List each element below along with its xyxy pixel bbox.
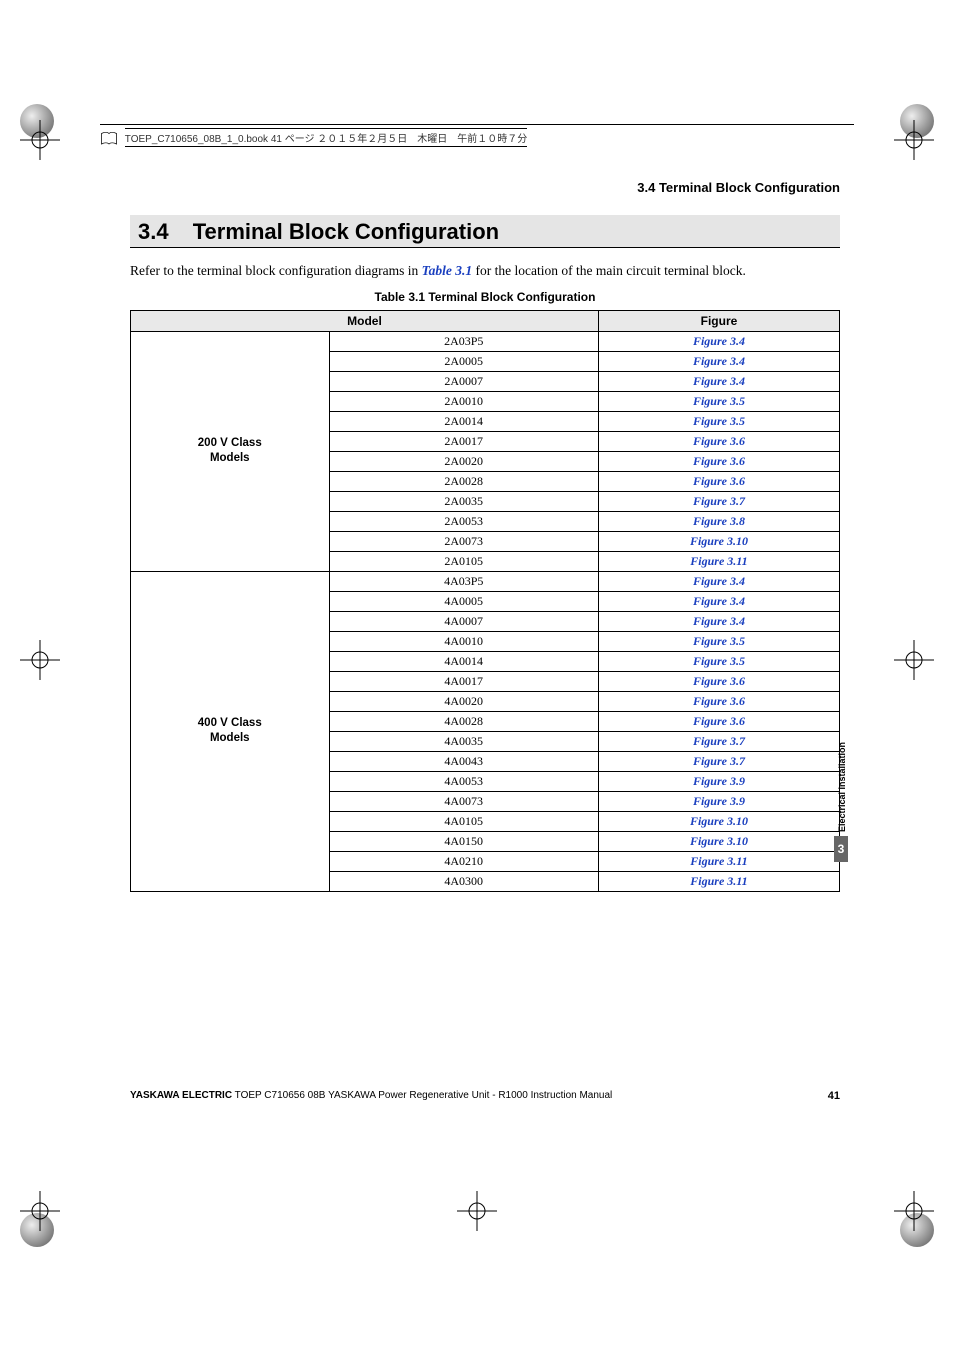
registration-mark-icon xyxy=(20,640,60,680)
model-cell: 4A0105 xyxy=(329,811,598,831)
figure-reference-link[interactable]: Figure 3.6 xyxy=(598,431,839,451)
footer-doc: TOEP C710656 08B YASKAWA Power Regenerat… xyxy=(232,1090,612,1101)
figure-reference-link[interactable]: Figure 3.4 xyxy=(598,611,839,631)
figure-reference-link[interactable]: Figure 3.10 xyxy=(598,811,839,831)
side-tab-label: Electrical Installation xyxy=(837,742,847,832)
figure-reference-link[interactable]: Figure 3.7 xyxy=(598,731,839,751)
running-header: 3.4 Terminal Block Configuration xyxy=(130,180,840,195)
registration-mark-icon xyxy=(894,120,934,160)
footer-text: YASKAWA ELECTRIC TOEP C710656 08B YASKAW… xyxy=(130,1090,612,1101)
intro-text-suffix: for the location of the main circuit ter… xyxy=(476,263,746,278)
figure-reference-link[interactable]: Figure 3.6 xyxy=(598,451,839,471)
figure-reference-link[interactable]: Figure 3.9 xyxy=(598,771,839,791)
figure-reference-link[interactable]: Figure 3.5 xyxy=(598,651,839,671)
model-cell: 2A0007 xyxy=(329,371,598,391)
model-cell: 4A0073 xyxy=(329,791,598,811)
book-file-header-text: TOEP_C710656_08B_1_0.book 41 ページ ２０１５年２月… xyxy=(125,128,528,147)
model-cell: 2A0073 xyxy=(329,531,598,551)
model-group-label: 400 V ClassModels xyxy=(131,571,330,891)
intro-paragraph: Refer to the terminal block configuratio… xyxy=(130,262,840,280)
figure-reference-link[interactable]: Figure 3.4 xyxy=(598,571,839,591)
header-rule xyxy=(100,124,854,125)
book-icon xyxy=(100,132,118,146)
registration-mark-icon xyxy=(20,1191,60,1231)
model-cell: 4A0014 xyxy=(329,651,598,671)
model-group-label: 200 V ClassModels xyxy=(131,331,330,571)
figure-reference-link[interactable]: Figure 3.11 xyxy=(598,551,839,571)
model-cell: 2A0010 xyxy=(329,391,598,411)
chapter-side-tab: Electrical Installation 3 xyxy=(834,742,850,862)
table-reference-link[interactable]: Table 3.1 xyxy=(422,263,473,278)
section-heading: 3.4 Terminal Block Configuration xyxy=(130,215,840,248)
side-tab-chapter: 3 xyxy=(834,836,848,862)
model-cell: 4A0053 xyxy=(329,771,598,791)
figure-reference-link[interactable]: Figure 3.5 xyxy=(598,411,839,431)
registration-mark-icon xyxy=(20,120,60,160)
model-cell: 4A0005 xyxy=(329,591,598,611)
table-header-figure: Figure xyxy=(598,310,839,331)
figure-reference-link[interactable]: Figure 3.6 xyxy=(598,471,839,491)
registration-mark-icon xyxy=(894,640,934,680)
model-cell: 4A0035 xyxy=(329,731,598,751)
model-cell: 4A0007 xyxy=(329,611,598,631)
section-title: Terminal Block Configuration xyxy=(193,219,499,244)
model-cell: 4A0010 xyxy=(329,631,598,651)
model-cell: 4A0210 xyxy=(329,851,598,871)
model-cell: 2A03P5 xyxy=(329,331,598,351)
figure-reference-link[interactable]: Figure 3.6 xyxy=(598,671,839,691)
model-cell: 2A0105 xyxy=(329,551,598,571)
page-number: 41 xyxy=(828,1090,840,1102)
table-row: 200 V ClassModels2A03P5Figure 3.4 xyxy=(131,331,840,351)
book-file-header: TOEP_C710656_08B_1_0.book 41 ページ ２０１５年２月… xyxy=(100,128,527,147)
model-cell: 2A0028 xyxy=(329,471,598,491)
model-cell: 2A0017 xyxy=(329,431,598,451)
model-cell: 4A0028 xyxy=(329,711,598,731)
model-cell: 2A0053 xyxy=(329,511,598,531)
figure-reference-link[interactable]: Figure 3.5 xyxy=(598,391,839,411)
figure-reference-link[interactable]: Figure 3.4 xyxy=(598,371,839,391)
figure-reference-link[interactable]: Figure 3.4 xyxy=(598,331,839,351)
figure-reference-link[interactable]: Figure 3.10 xyxy=(598,531,839,551)
figure-reference-link[interactable]: Figure 3.7 xyxy=(598,491,839,511)
figure-reference-link[interactable]: Figure 3.7 xyxy=(598,751,839,771)
figure-reference-link[interactable]: Figure 3.4 xyxy=(598,351,839,371)
model-cell: 2A0005 xyxy=(329,351,598,371)
figure-reference-link[interactable]: Figure 3.11 xyxy=(598,851,839,871)
page-content: 3.4 Terminal Block Configuration 3.4 Ter… xyxy=(130,180,840,892)
model-cell: 4A0150 xyxy=(329,831,598,851)
table-header-model: Model xyxy=(131,310,599,331)
model-cell: 2A0014 xyxy=(329,411,598,431)
model-cell: 4A03P5 xyxy=(329,571,598,591)
intro-text-prefix: Refer to the terminal block configuratio… xyxy=(130,263,422,278)
figure-reference-link[interactable]: Figure 3.5 xyxy=(598,631,839,651)
page-footer: YASKAWA ELECTRIC TOEP C710656 08B YASKAW… xyxy=(130,1090,840,1102)
footer-brand: YASKAWA ELECTRIC xyxy=(130,1090,232,1101)
figure-reference-link[interactable]: Figure 3.6 xyxy=(598,691,839,711)
model-cell: 4A0043 xyxy=(329,751,598,771)
table-row: 400 V ClassModels4A03P5Figure 3.4 xyxy=(131,571,840,591)
figure-reference-link[interactable]: Figure 3.9 xyxy=(598,791,839,811)
registration-mark-icon xyxy=(894,1191,934,1231)
model-cell: 4A0020 xyxy=(329,691,598,711)
figure-reference-link[interactable]: Figure 3.8 xyxy=(598,511,839,531)
model-cell: 2A0035 xyxy=(329,491,598,511)
model-cell: 4A0017 xyxy=(329,671,598,691)
registration-mark-icon xyxy=(457,1191,497,1231)
terminal-block-table: Model Figure 200 V ClassModels2A03P5Figu… xyxy=(130,310,840,892)
section-number: 3.4 xyxy=(138,219,169,244)
figure-reference-link[interactable]: Figure 3.4 xyxy=(598,591,839,611)
model-cell: 2A0020 xyxy=(329,451,598,471)
figure-reference-link[interactable]: Figure 3.10 xyxy=(598,831,839,851)
figure-reference-link[interactable]: Figure 3.11 xyxy=(598,871,839,891)
table-header-row: Model Figure xyxy=(131,310,840,331)
table-caption: Table 3.1 Terminal Block Configuration xyxy=(130,290,840,304)
figure-reference-link[interactable]: Figure 3.6 xyxy=(598,711,839,731)
model-cell: 4A0300 xyxy=(329,871,598,891)
